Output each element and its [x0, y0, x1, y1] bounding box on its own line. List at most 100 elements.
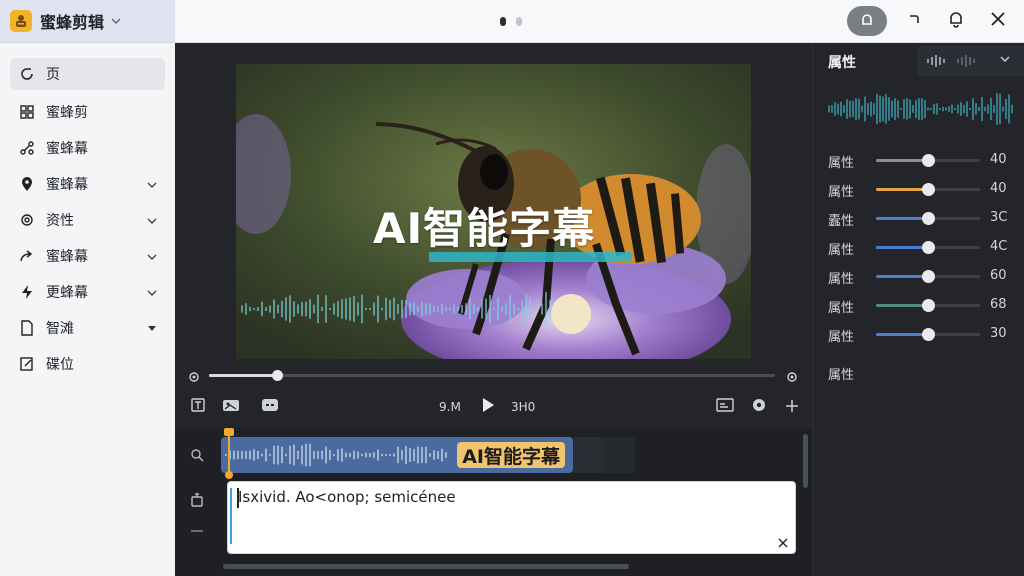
- property-slider[interactable]: [876, 154, 980, 167]
- slider-fill: [876, 246, 928, 249]
- caption-button[interactable]: [259, 396, 281, 418]
- notifications-button[interactable]: [939, 6, 973, 36]
- bee-logo-icon: [10, 10, 32, 32]
- slider-handle[interactable]: [922, 212, 935, 225]
- text-track-icon[interactable]: [187, 490, 207, 510]
- horizontal-scrollbar[interactable]: [223, 564, 629, 569]
- property-label: 属性: [828, 330, 855, 345]
- editor-text[interactable]: Ιsxivid. Ao<onop; semicénee: [238, 488, 456, 506]
- app-switcher[interactable]: 蜜蜂剪辑: [0, 0, 175, 43]
- audio-clip[interactable]: AI智能字幕: [221, 437, 573, 473]
- property-label: 属性: [828, 185, 855, 200]
- slider-fill: [876, 304, 928, 307]
- close-button[interactable]: [981, 6, 1015, 36]
- sidebar-item-label: 蜜蜂幕: [46, 141, 88, 157]
- settings-button[interactable]: [748, 396, 770, 418]
- chevron-down-icon[interactable]: [1000, 51, 1010, 65]
- playhead-marker: [225, 471, 233, 479]
- property-slider[interactable]: [876, 270, 980, 283]
- chevron-down-icon[interactable]: [147, 177, 157, 191]
- bell-icon: [947, 10, 965, 32]
- property-value: 30: [990, 326, 1007, 341]
- waveform-tab-icon[interactable]: [956, 53, 976, 72]
- property-row: 属性 60: [813, 267, 1024, 287]
- sidebar-nav: 页蜜蜂剪 蜜蜂幕 蜜蜂幕 资性 蜜蜂幕 更蜂幕 智滩 碟位: [0, 43, 175, 382]
- app-window: 蜜蜂剪辑 页蜜蜂剪 蜜蜂幕 蜜蜂幕 资性 蜜蜂幕 更蜂幕 智滩 碟位 AI智能字…: [0, 0, 1024, 576]
- slider-handle[interactable]: [922, 328, 935, 341]
- profile-button[interactable]: [847, 6, 887, 36]
- undo-button[interactable]: [897, 6, 931, 36]
- refresh-icon: [18, 65, 36, 83]
- sidebar-item[interactable]: 蜜蜂幕: [0, 130, 175, 166]
- caret-down-icon[interactable]: [147, 321, 157, 335]
- add-button[interactable]: [781, 396, 803, 418]
- video-preview[interactable]: AI智能字幕: [236, 64, 751, 359]
- seek-track[interactable]: [209, 370, 775, 381]
- playhead-handle[interactable]: [224, 428, 234, 436]
- seek-handle[interactable]: [271, 370, 283, 381]
- sidebar-item[interactable]: 资性: [0, 202, 175, 238]
- share-arrow-icon: [18, 247, 36, 265]
- sidebar-item[interactable]: 更蜂幕: [0, 274, 175, 310]
- sidebar-item[interactable]: 页: [10, 58, 165, 90]
- subtitle-tool-button[interactable]: [714, 396, 736, 418]
- chevron-down-icon[interactable]: [147, 249, 157, 263]
- audio-track-icon[interactable]: [187, 445, 207, 465]
- property-value: 3C: [990, 210, 1008, 225]
- document-icon: [18, 319, 36, 337]
- slider-handle[interactable]: [922, 154, 935, 167]
- settings-small-icon[interactable]: [785, 369, 799, 388]
- sidebar-item[interactable]: 智滩: [0, 310, 175, 346]
- waveform-tab-icon[interactable]: [926, 53, 946, 72]
- seek-bar[interactable]: [175, 365, 812, 387]
- slider-handle[interactable]: [922, 299, 935, 312]
- property-slider[interactable]: [876, 212, 980, 225]
- property-slider[interactable]: [876, 328, 980, 341]
- sidebar-item[interactable]: 碟位: [0, 346, 175, 382]
- slider-fill: [876, 217, 928, 220]
- property-slider[interactable]: [876, 241, 980, 254]
- editor-workspace: AI智能字幕 9.M 3H0 AI智能字幕 Ιsxivid. Ao<onop; …: [175, 43, 812, 576]
- sidebar-item[interactable]: 蜜蜂剪: [0, 94, 175, 130]
- sidebar-item-label: 资性: [46, 213, 74, 229]
- property-row: 属性 40: [813, 180, 1024, 200]
- property-slider[interactable]: [876, 183, 980, 196]
- lightning-icon: [18, 283, 36, 301]
- slider-handle[interactable]: [922, 241, 935, 254]
- subtitle-overlay[interactable]: AI智能字幕: [373, 195, 595, 256]
- subtitle-text-editor[interactable]: Ιsxivid. Ao<onop; semicénee: [227, 481, 796, 554]
- edit-icon: [18, 355, 36, 373]
- sidebar-item[interactable]: 蜜蜂幕: [0, 166, 175, 202]
- chevron-down-icon[interactable]: [147, 213, 157, 227]
- timeline-scrollbar[interactable]: [803, 434, 808, 488]
- subtitle-icon: [716, 397, 734, 417]
- slider-handle[interactable]: [922, 183, 935, 196]
- chevron-down-icon[interactable]: [147, 285, 157, 299]
- page-dot[interactable]: [500, 17, 506, 26]
- timeline: AI智能字幕 Ιsxivid. Ao<onop; semicénee: [175, 428, 812, 576]
- close-icon[interactable]: [775, 535, 791, 551]
- sidebar-item[interactable]: 蜜蜂幕: [0, 238, 175, 274]
- caption-icon: [261, 397, 279, 417]
- location-pin-icon: [18, 175, 36, 193]
- sidebar-item-label: 智滩: [46, 321, 74, 337]
- property-row: 蠹性 3C: [813, 209, 1024, 229]
- audio-waveform: [828, 93, 1013, 125]
- property-row: 属性 68: [813, 296, 1024, 316]
- page-dot[interactable]: [516, 17, 522, 26]
- property-slider[interactable]: [876, 299, 980, 312]
- settings-small-icon[interactable]: [187, 369, 201, 388]
- media-button[interactable]: [220, 396, 242, 418]
- property-row: 属性 40: [813, 151, 1024, 171]
- panel-title: 属性: [828, 55, 856, 71]
- text-tool-button[interactable]: [187, 396, 209, 418]
- clip-waveform: [225, 443, 447, 467]
- slider-fill: [876, 275, 928, 278]
- slider-fill: [876, 333, 928, 336]
- image-icon: [222, 397, 240, 417]
- play-button[interactable]: [477, 396, 499, 418]
- clip-label: AI智能字幕: [457, 442, 565, 468]
- slider-handle[interactable]: [922, 270, 935, 283]
- property-value: 40: [990, 152, 1007, 167]
- app-title: 蜜蜂剪辑: [40, 13, 105, 32]
